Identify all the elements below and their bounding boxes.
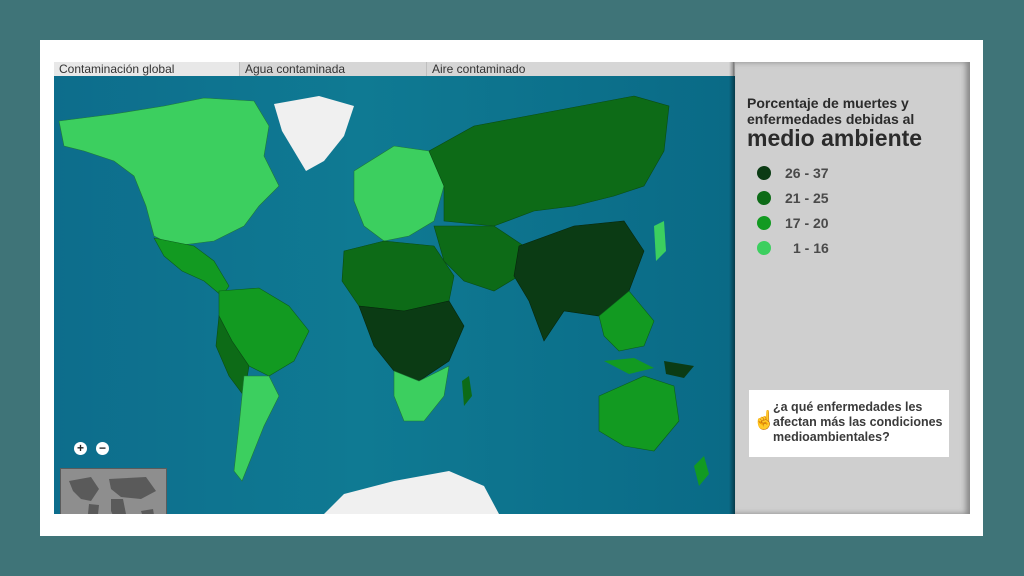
australia[interactable] bbox=[598, 375, 680, 452]
north-america[interactable] bbox=[58, 97, 280, 247]
diseases-question-button[interactable]: ☝ ¿a qué enfermedades les afectan más la… bbox=[749, 390, 949, 457]
legend-label: 26 - 37 bbox=[785, 164, 829, 181]
legend-title-small: Porcentaje de muertes y enfermedades deb… bbox=[747, 95, 915, 127]
legend-item: 26 - 37 bbox=[757, 160, 829, 185]
papua-new-guinea[interactable] bbox=[664, 361, 694, 378]
legend: 26 - 37 21 - 25 17 - 20 1 - 16 bbox=[757, 160, 829, 260]
question-text: ¿a qué enfermedades les afectan más las … bbox=[773, 400, 943, 444]
tab-agua-contaminada[interactable]: Agua contaminada bbox=[240, 62, 427, 76]
russia[interactable] bbox=[428, 95, 670, 227]
legend-item: 1 - 16 bbox=[757, 235, 829, 260]
world-map-svg bbox=[58, 95, 709, 514]
legend-dot bbox=[757, 240, 771, 255]
legend-item: 21 - 25 bbox=[757, 185, 829, 210]
legend-dot bbox=[757, 165, 771, 180]
zoom-out-button[interactable]: − bbox=[96, 442, 109, 455]
madagascar[interactable] bbox=[462, 376, 472, 406]
legend-title-big: medio ambiente bbox=[747, 125, 923, 151]
europe[interactable] bbox=[353, 145, 445, 242]
antarctica bbox=[324, 471, 499, 514]
legend-dot bbox=[757, 215, 771, 230]
indonesia[interactable] bbox=[604, 358, 654, 374]
central-america[interactable] bbox=[153, 237, 230, 297]
tab-aire-contaminado[interactable]: Aire contaminado bbox=[427, 62, 734, 76]
minimap[interactable] bbox=[60, 468, 167, 514]
tab-bar: Contaminación global Agua contaminada Ai… bbox=[54, 62, 734, 76]
africa-north[interactable] bbox=[341, 240, 455, 312]
greenland bbox=[274, 96, 354, 171]
legend-panel: Porcentaje de muertes y enfermedades deb… bbox=[729, 62, 970, 514]
tab-contaminacion-global[interactable]: Contaminación global bbox=[54, 62, 240, 76]
new-zealand[interactable] bbox=[694, 456, 709, 486]
content-frame: Contaminación global Agua contaminada Ai… bbox=[40, 40, 983, 536]
minimap-svg bbox=[69, 477, 156, 514]
legend-label: 17 - 20 bbox=[785, 214, 829, 231]
legend-item: 17 - 20 bbox=[757, 210, 829, 235]
panel-shadow bbox=[729, 62, 735, 514]
legend-dot bbox=[757, 190, 771, 205]
japan[interactable] bbox=[654, 221, 666, 261]
world-map[interactable]: + − bbox=[54, 76, 735, 514]
zoom-in-button[interactable]: + bbox=[74, 442, 87, 455]
legend-label: 1 - 16 bbox=[793, 239, 829, 256]
legend-label: 21 - 25 bbox=[785, 189, 829, 206]
